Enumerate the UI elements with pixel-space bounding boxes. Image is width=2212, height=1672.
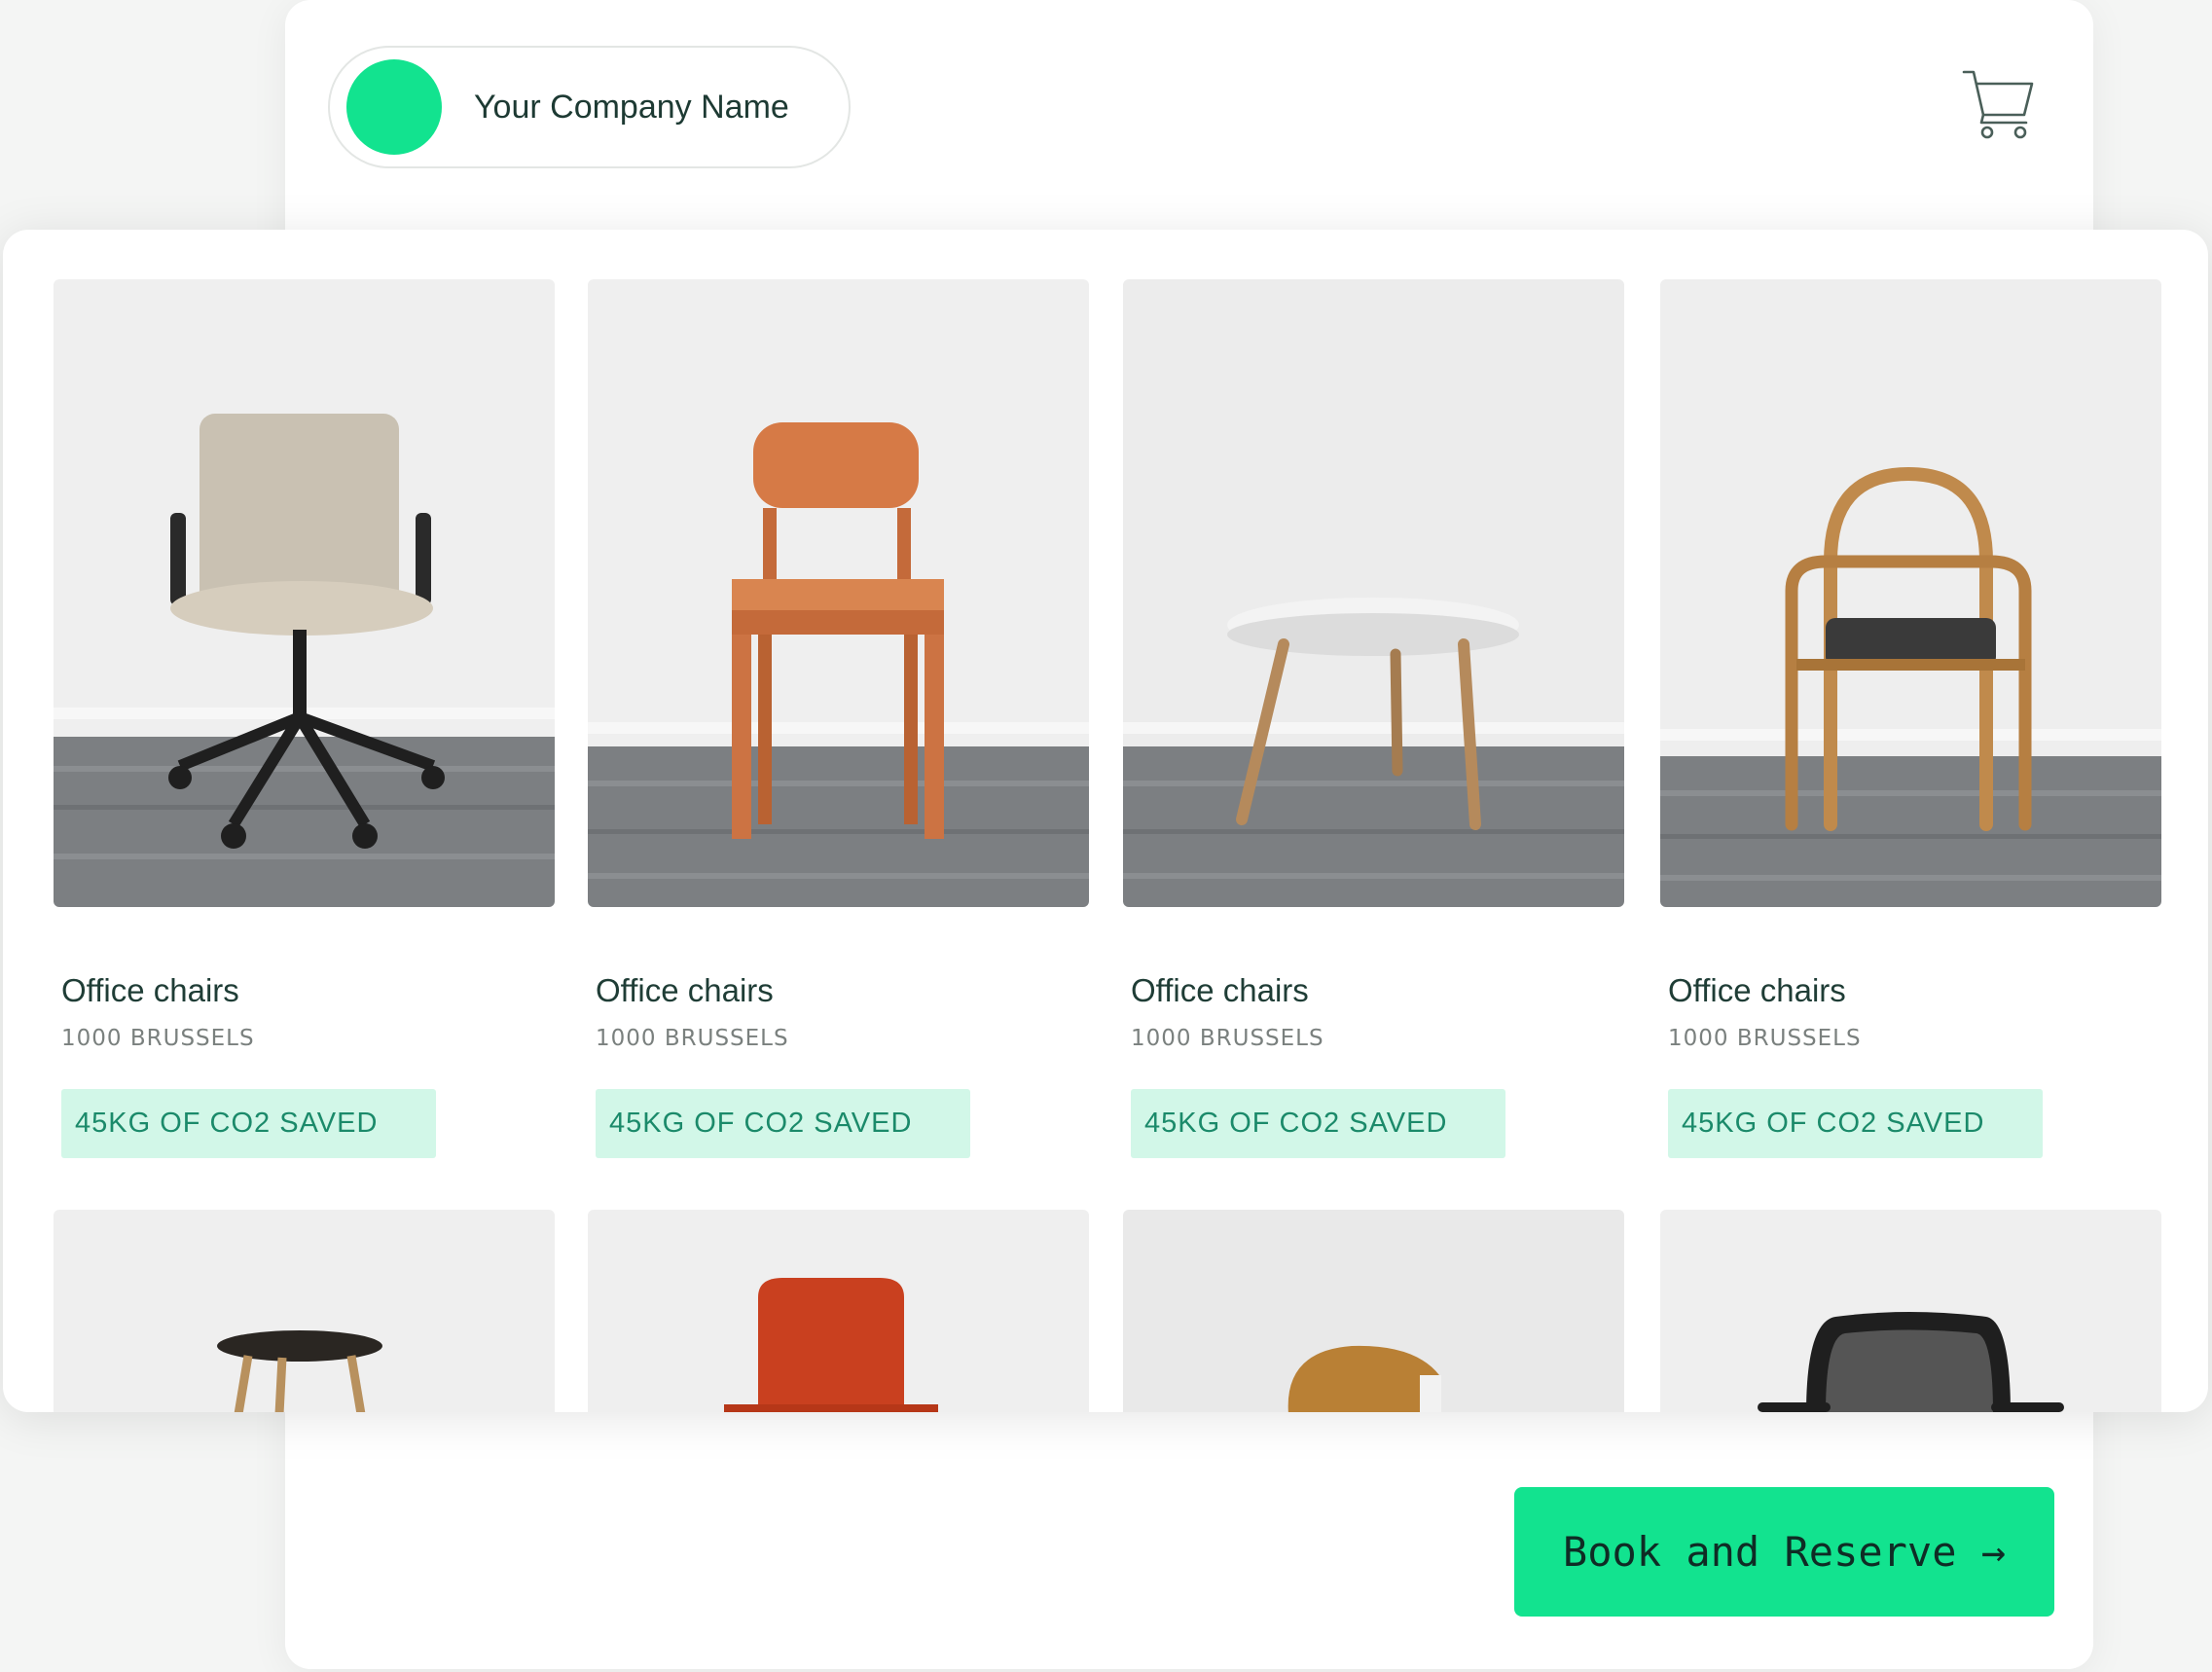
co2-saved-badge: 45KG OF CO2 SAVED: [1668, 1089, 2043, 1158]
product-location: 1000 BRUSSELS: [596, 1026, 789, 1051]
product-title[interactable]: Office chairs: [1131, 972, 1309, 1009]
product-title[interactable]: Office chairs: [1668, 972, 1846, 1009]
co2-saved-badge: 45KG OF CO2 SAVED: [1131, 1089, 1505, 1158]
book-and-reserve-button[interactable]: Book and Reserve →: [1514, 1487, 2054, 1617]
bentwood-chair-photo: [1660, 279, 2161, 907]
product-location: 1000 BRUSSELS: [1131, 1026, 1324, 1051]
mesh-chair-photo: [1660, 1210, 2161, 1412]
product-location: 1000 BRUSSELS: [1668, 1026, 1862, 1051]
round-table-photo: [1123, 279, 1624, 907]
wooden-chair-photo: [588, 279, 1089, 907]
plywood-chair-photo: [1123, 1210, 1624, 1412]
stool-photo: [54, 1210, 555, 1412]
product-title[interactable]: Office chairs: [596, 972, 774, 1009]
company-name: Your Company Name: [474, 89, 789, 126]
co2-saved-badge: 45KG OF CO2 SAVED: [596, 1089, 970, 1158]
company-badge[interactable]: Your Company Name: [328, 46, 851, 168]
red-chair-photo: [588, 1210, 1089, 1412]
office-chair-photo: [54, 279, 555, 907]
product-location: 1000 BRUSSELS: [61, 1026, 255, 1051]
company-logo: [346, 59, 442, 155]
product-title[interactable]: Office chairs: [61, 972, 239, 1009]
cart-icon[interactable]: [1962, 66, 2036, 140]
co2-saved-badge: 45KG OF CO2 SAVED: [61, 1089, 436, 1158]
product-grid: Office chairs 1000 BRUSSELS 45KG OF CO2 …: [3, 230, 2208, 1412]
